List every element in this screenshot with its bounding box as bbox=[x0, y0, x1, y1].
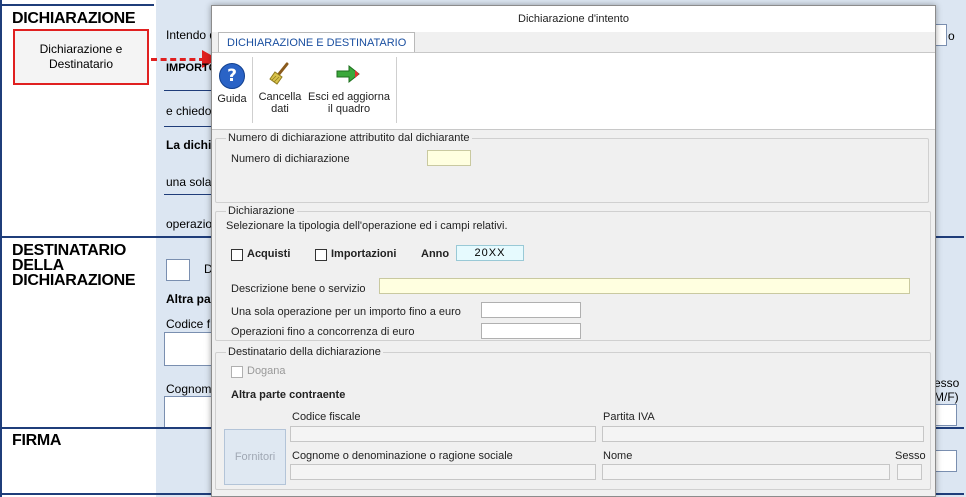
section-title-line: DESTINATARIO bbox=[12, 242, 127, 259]
destinatario-group-title: Destinatario della dichiarazione bbox=[226, 346, 383, 358]
dichiarazione-intento-dialog: Dichiarazione d'intento DICHIARAZIONE E … bbox=[211, 5, 936, 497]
bg-text-mf: M/F) bbox=[934, 390, 959, 404]
sesso-input[interactable] bbox=[897, 464, 922, 480]
fornitori-label: Fornitori bbox=[234, 451, 276, 463]
dogana-checkbox[interactable] bbox=[231, 366, 243, 378]
dichiarazione-group-title: Dichiarazione bbox=[226, 205, 297, 217]
help-icon: ? bbox=[219, 63, 245, 89]
bg-input[interactable] bbox=[164, 332, 213, 366]
acquisti-label: Acquisti bbox=[247, 248, 291, 260]
dichiarazione-destinatario-label: Dichiarazione e Destinatario bbox=[39, 42, 123, 71]
cancella-dati-button[interactable]: Cancella dati bbox=[256, 55, 304, 125]
bg-input[interactable] bbox=[164, 396, 213, 428]
nome-label: Nome bbox=[603, 450, 633, 462]
anno-label: Anno bbox=[421, 248, 450, 260]
importazioni-label: Importazioni bbox=[331, 248, 397, 260]
codice-fiscale-label: Codice fiscale bbox=[292, 411, 361, 423]
dogana-label: Dogana bbox=[247, 365, 286, 377]
numero-dichiarazione-input[interactable] bbox=[427, 150, 471, 166]
fornitori-button[interactable]: Fornitori bbox=[224, 429, 286, 485]
dichiarazione-destinatario-button[interactable]: Dichiarazione e Destinatario bbox=[13, 29, 149, 85]
bg-input[interactable] bbox=[935, 450, 957, 472]
section-title-dichiarazione: DICHIARAZIONE bbox=[12, 10, 136, 27]
toolbar-separator bbox=[252, 57, 253, 123]
section-title-destinatario: DESTINATARIO DELLA DICHIARAZIONE bbox=[12, 242, 136, 289]
codice-fiscale-input[interactable] bbox=[290, 426, 596, 442]
dichiarazione-subtitle: Selezionare la tipologia dell'operazione… bbox=[226, 220, 508, 232]
operazioni-concorrenza-input[interactable] bbox=[481, 323, 581, 339]
descrizione-label: Descrizione bene o servizio bbox=[231, 283, 366, 295]
section-title-firma: FIRMA bbox=[12, 432, 62, 449]
bg-text-cognome: Cognom bbox=[166, 382, 212, 396]
destinatario-group: Destinatario della dichiarazione Dogana … bbox=[215, 346, 931, 490]
dichiarazione-group: Dichiarazione Selezionare la tipologia d… bbox=[215, 205, 931, 341]
guida-button[interactable]: ? Guida bbox=[214, 55, 250, 125]
partita-iva-label: Partita IVA bbox=[603, 411, 655, 423]
section-title-line: DELLA bbox=[12, 257, 64, 274]
bg-text-codice-fiscale: Codice f bbox=[166, 317, 211, 331]
numero-dichiarazione-label: Numero di dichiarazione bbox=[231, 153, 350, 165]
section-title-line: DICHIARAZIONE bbox=[12, 272, 136, 289]
bg-text-una-sola: una sola bbox=[166, 175, 212, 189]
una-sola-operazione-input[interactable] bbox=[481, 302, 581, 318]
numero-dichiarazione-group: Numero di dichiarazione attributito dal … bbox=[215, 132, 929, 203]
bg-checkbox[interactable] bbox=[166, 259, 190, 281]
bg-line bbox=[164, 90, 214, 91]
bg-text-operazioni: operazio bbox=[166, 217, 213, 231]
una-sola-operazione-label: Una sola operazione per un importo fino … bbox=[231, 306, 461, 318]
guida-label: Guida bbox=[217, 93, 247, 105]
cognome-label: Cognome o denominazione o ragione social… bbox=[292, 450, 513, 462]
acquisti-checkbox[interactable] bbox=[231, 249, 243, 261]
bg-line bbox=[164, 194, 214, 195]
esci-aggiorna-label: Esci ed aggiorna il quadro bbox=[308, 91, 390, 115]
importazioni-checkbox[interactable] bbox=[315, 249, 327, 261]
tab-dichiarazione-destinatario[interactable]: DICHIARAZIONE E DESTINATARIO bbox=[218, 32, 416, 53]
bg-input[interactable] bbox=[935, 404, 957, 426]
broom-icon bbox=[269, 62, 289, 85]
operazioni-concorrenza-label: Operazioni fino a concorrenza di euro bbox=[231, 326, 415, 338]
nome-input[interactable] bbox=[602, 464, 890, 480]
bg-text-e-chiedo: e chiedo bbox=[166, 104, 212, 118]
section-divider bbox=[2, 4, 154, 6]
bg-text-intendo: Intendo d bbox=[166, 28, 217, 42]
toolbar: ? Guida Cancella dati Esci ed aggiorna i… bbox=[212, 52, 935, 130]
bg-text-o: o bbox=[948, 29, 955, 43]
numero-group-title: Numero di dichiarazione attributito dal … bbox=[226, 132, 472, 144]
highlight-arrow-line bbox=[151, 58, 205, 61]
altra-parte-label: Altra parte contraente bbox=[231, 389, 346, 401]
bg-text-sesso: esso bbox=[934, 376, 960, 390]
bg-text-la-dichiarazione: La dichi bbox=[166, 138, 212, 152]
cancella-dati-label: Cancella dati bbox=[258, 91, 302, 115]
bg-input[interactable] bbox=[935, 24, 947, 46]
dialog-title: Dichiarazione d'intento bbox=[212, 6, 935, 32]
toolbar-separator bbox=[396, 57, 397, 123]
bg-line bbox=[164, 126, 214, 127]
cognome-input[interactable] bbox=[290, 464, 596, 480]
bg-text-importo: IMPORTO bbox=[166, 62, 218, 74]
partita-iva-input[interactable] bbox=[602, 426, 924, 442]
exit-arrow-icon bbox=[336, 64, 360, 84]
bg-text-altra-parte: Altra pa bbox=[166, 292, 211, 306]
descrizione-input[interactable] bbox=[379, 278, 910, 294]
anno-input[interactable]: 20XX bbox=[456, 245, 524, 261]
sesso-label: Sesso bbox=[895, 450, 926, 462]
esci-aggiorna-button[interactable]: Esci ed aggiorna il quadro bbox=[308, 55, 390, 125]
